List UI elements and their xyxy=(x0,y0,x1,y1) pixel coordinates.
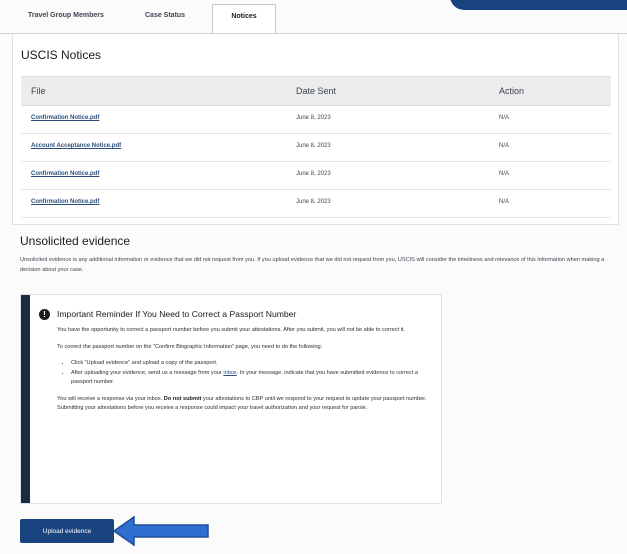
bullet-text: After uploading your evidence, send us a… xyxy=(71,369,224,376)
table-row: Account Acceptance Notice.pdf June 8, 20… xyxy=(21,133,611,162)
alert-steps-list: Click “Upload evidence” and upload a cop… xyxy=(57,359,435,388)
tab-notices[interactable]: Notices xyxy=(212,4,276,34)
table-row: Confirmation Notice.pdf June 8, 2023 N/A xyxy=(21,105,611,134)
list-item: After uploading your evidence, send us a… xyxy=(71,369,435,388)
alert-heading: Important Reminder If You Need to Correc… xyxy=(57,309,297,319)
alert-body: You have the opportunity to correct a pa… xyxy=(57,326,435,421)
tab-case-status[interactable]: Case Status xyxy=(145,12,185,19)
notice-action: N/A xyxy=(499,143,510,149)
tab-bar: Travel Group Members Case Status Notices xyxy=(0,0,627,34)
alert-text: You will receive a response via your inb… xyxy=(57,395,164,402)
notice-action: N/A xyxy=(499,115,510,121)
notice-file-link[interactable]: Confirmation Notice.pdf xyxy=(31,171,99,177)
alert-accent-bar xyxy=(21,295,30,503)
notice-date: June 8, 2023 xyxy=(296,171,331,177)
notices-panel: USCIS Notices File Date Sent Action Conf… xyxy=(12,34,619,225)
alert-bold-text: Do not submit xyxy=(163,395,202,402)
notice-file-link[interactable]: Account Acceptance Notice.pdf xyxy=(31,143,121,149)
alert-paragraph: You will receive a response via your inb… xyxy=(57,395,435,414)
notice-date: June 8, 2023 xyxy=(296,115,331,121)
passport-reminder-alert: ! Important Reminder If You Need to Corr… xyxy=(20,294,442,504)
tab-travel-group-members[interactable]: Travel Group Members xyxy=(28,12,104,19)
column-header-date-sent: Date Sent xyxy=(296,86,337,96)
alert-paragraph: To correct the passport number on the “C… xyxy=(57,343,323,350)
notice-date: June 8, 2023 xyxy=(296,199,331,205)
notices-title: USCIS Notices xyxy=(21,48,102,62)
unsolicited-evidence-description: Unsolicited evidence is any additional i… xyxy=(20,257,605,273)
table-row: Confirmation Notice.pdf June 8, 2023 N/A xyxy=(21,189,611,218)
notice-action: N/A xyxy=(499,171,510,177)
column-header-action: Action xyxy=(499,86,525,96)
list-item: Click “Upload evidence” and upload a cop… xyxy=(71,359,435,369)
inbox-link[interactable]: inbox xyxy=(223,370,236,376)
notice-file-link[interactable]: Confirmation Notice.pdf xyxy=(31,199,99,205)
unsolicited-evidence-title: Unsolicited evidence xyxy=(20,234,131,248)
notice-file-link[interactable]: Confirmation Notice.pdf xyxy=(31,115,99,121)
upload-evidence-button[interactable]: Upload evidence xyxy=(20,519,114,543)
alert-paragraph: You have the opportunity to correct a pa… xyxy=(57,327,406,333)
info-icon: ! xyxy=(39,309,50,320)
table-row: Confirmation Notice.pdf June 8, 2023 N/A xyxy=(21,161,611,190)
notices-table-header: File Date Sent Action xyxy=(21,76,611,106)
column-header-file: File xyxy=(31,86,46,96)
notice-date: June 8, 2023 xyxy=(296,143,331,149)
notice-action: N/A xyxy=(499,199,510,205)
left-arrow-icon xyxy=(112,515,209,547)
